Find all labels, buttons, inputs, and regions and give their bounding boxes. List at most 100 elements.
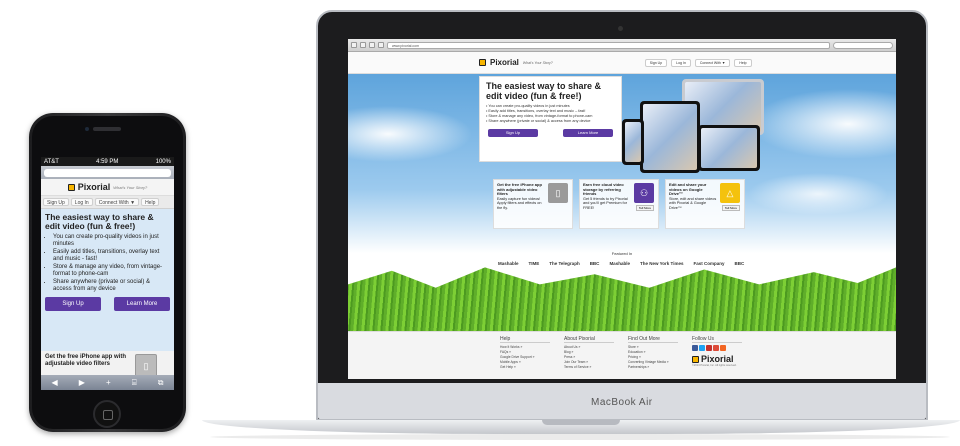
iphone-mockup: AT&T 4:59 PM 100% Pixorial What's Your S… bbox=[29, 113, 186, 432]
feature-text: Store, edit and share videos with Pixori… bbox=[669, 196, 717, 210]
signup-button[interactable]: Sign Up bbox=[488, 129, 538, 137]
copyright-text: ©2013 Pixorial, Inc. All rights reserved… bbox=[692, 364, 737, 367]
feature-title: Get the free iPhone app with adjustable … bbox=[497, 182, 542, 196]
connect-dropdown[interactable]: Connect With ▼ bbox=[694, 58, 731, 67]
laptop-screen: www.pixorial.com Pixorial What's Your St… bbox=[348, 39, 896, 379]
back-button[interactable] bbox=[351, 42, 357, 48]
tabs-icon[interactable]: ⧉ bbox=[158, 378, 164, 388]
mobile-status-bar: AT&T 4:59 PM 100% bbox=[41, 157, 174, 166]
mobile-nav: Sign Up Log In Connect With ▼ Help bbox=[41, 196, 174, 209]
featured-in-label: Featured In bbox=[611, 251, 633, 256]
site-logo[interactable]: Pixorial bbox=[490, 58, 519, 67]
site-header: Pixorial What's Your Story? Sign Up Log … bbox=[348, 52, 896, 74]
feature-card-referral[interactable]: Earn free cloud video storage by referri… bbox=[579, 179, 659, 229]
tell-more-button[interactable]: Tell More bbox=[721, 205, 740, 211]
social-icons bbox=[692, 345, 742, 351]
facebook-icon[interactable] bbox=[692, 345, 698, 351]
help-link[interactable]: Help bbox=[734, 58, 752, 67]
mobile-hero: The easiest way to share & edit video (f… bbox=[41, 209, 174, 351]
press-logo: BBC bbox=[734, 261, 745, 266]
press-logo: The New York Times bbox=[639, 261, 684, 266]
feature-card-iphone[interactable]: Get the free iPhone app with adjustable … bbox=[493, 179, 573, 229]
mobile-tagline: What's Your Story? bbox=[113, 184, 148, 190]
tablet-device bbox=[640, 101, 700, 173]
iphone-camera bbox=[85, 127, 89, 131]
footer-heading: Follow Us bbox=[692, 336, 742, 343]
mobile-logo[interactable]: Pixorial bbox=[78, 182, 111, 192]
learn-more-button[interactable]: Learn More bbox=[563, 129, 613, 137]
site-tagline: What's Your Story? bbox=[522, 60, 553, 65]
mobile-login-link[interactable]: Log In bbox=[70, 198, 93, 206]
twitter-icon[interactable] bbox=[699, 345, 705, 351]
mobile-browser-toolbar: ◀ ▶ + ⌸ ⧉ bbox=[41, 375, 174, 390]
bullet-item: Easily add titles, transitions, overlay … bbox=[53, 249, 170, 263]
people-icon: ⚇ bbox=[634, 183, 654, 203]
battery-label: 100% bbox=[155, 158, 171, 165]
back-icon[interactable]: ◀ bbox=[52, 378, 58, 387]
feature-text: Get 5 friends to try Pixorial and you'll… bbox=[583, 196, 628, 210]
mobile-site-header: Pixorial What's Your Story? bbox=[41, 179, 174, 196]
hero-bullets: • You can create pro-quality videos in j… bbox=[486, 104, 615, 124]
footer-heading: Find Out More bbox=[628, 336, 678, 343]
bullet-item: Share anywhere (private or social) & acc… bbox=[53, 279, 170, 293]
press-logo: The Telegraph bbox=[549, 261, 580, 266]
drive-icon: △ bbox=[720, 183, 740, 203]
feature-title: Edit and share your videos on Google Dri… bbox=[669, 182, 707, 196]
press-logo: Mashable bbox=[498, 261, 519, 266]
home-button[interactable] bbox=[93, 400, 121, 428]
rss-icon[interactable] bbox=[720, 345, 726, 351]
press-logo: Mashable bbox=[609, 261, 630, 266]
laptop-notch bbox=[542, 420, 620, 425]
browser-chrome: www.pixorial.com bbox=[348, 39, 896, 52]
footer-link[interactable]: Partnerships » bbox=[628, 365, 678, 370]
forward-icon[interactable]: ▶ bbox=[79, 378, 85, 387]
laptop-brand-label: MacBook Air bbox=[591, 397, 653, 408]
feature-card-drive[interactable]: Edit and share your videos on Google Dri… bbox=[665, 179, 745, 229]
laptop-camera bbox=[618, 26, 623, 31]
phone-icon: ▯ bbox=[548, 183, 568, 203]
footer-link[interactable]: Get Help » bbox=[500, 365, 550, 370]
bookmarks-icon[interactable]: ⌸ bbox=[132, 378, 137, 388]
tell-more-button[interactable]: Tell More bbox=[635, 205, 654, 211]
footer-follow-column: Follow Us Pixorial ©2013 Pixorial, Inc. … bbox=[692, 336, 742, 379]
add-icon[interactable]: + bbox=[106, 378, 111, 387]
footer-link[interactable]: Terms of Service » bbox=[564, 365, 614, 370]
mobile-help-link[interactable]: Help bbox=[141, 198, 160, 206]
iphone-screen: AT&T 4:59 PM 100% Pixorial What's Your S… bbox=[41, 157, 174, 390]
home-icon[interactable] bbox=[378, 42, 384, 48]
feature-text: Easily capture fun videos! Apply filters… bbox=[497, 196, 542, 210]
press-logo: Fast Company bbox=[693, 261, 725, 266]
site-footer: Help How It Works » FAQs » Google Drive … bbox=[348, 331, 896, 379]
pixorial-logo-icon bbox=[479, 59, 486, 66]
pixorial-logo-icon bbox=[67, 183, 75, 191]
footer-logo[interactable]: Pixorial bbox=[701, 354, 734, 364]
bullet-item: Store & manage any video, from vintage-f… bbox=[53, 264, 170, 278]
browser-search-input[interactable] bbox=[833, 41, 893, 49]
bullet-item: • Share anywhere (private or social) & a… bbox=[486, 119, 591, 123]
laptop-device bbox=[698, 125, 760, 171]
mobile-address-field[interactable] bbox=[44, 168, 171, 177]
footer-about-column: About Pixorial About Us » Blog » Press »… bbox=[564, 336, 614, 379]
mobile-hero-title: The easiest way to share & edit video (f… bbox=[45, 212, 154, 231]
mobile-signup-button[interactable]: Sign Up bbox=[45, 297, 101, 311]
feature-title: Earn free cloud video storage by referri… bbox=[583, 182, 624, 196]
googleplus-icon[interactable] bbox=[713, 345, 719, 351]
login-link[interactable]: Log In bbox=[671, 58, 691, 67]
footer-heading: Help bbox=[500, 336, 550, 343]
signup-link[interactable]: Sign Up bbox=[644, 58, 668, 67]
reload-button[interactable] bbox=[369, 42, 375, 48]
address-bar[interactable]: www.pixorial.com bbox=[387, 41, 830, 49]
laptop-base bbox=[202, 420, 960, 434]
mobile-connect-dropdown[interactable]: Connect With ▼ bbox=[94, 198, 140, 206]
pixorial-logo-icon bbox=[692, 355, 699, 363]
site-nav: Sign Up Log In Connect With ▼ Help bbox=[644, 58, 752, 67]
footer-help-column: Help How It Works » FAQs » Google Drive … bbox=[500, 336, 550, 379]
mobile-signup-link[interactable]: Sign Up bbox=[43, 198, 69, 206]
hero-card: The easiest way to share & edit video (f… bbox=[479, 76, 622, 162]
mobile-learn-more-button[interactable]: Learn More bbox=[114, 297, 170, 311]
mobile-url-bar[interactable] bbox=[41, 166, 174, 179]
feature-row: Get the free iPhone app with adjustable … bbox=[493, 179, 745, 229]
forward-button[interactable] bbox=[360, 42, 366, 48]
youtube-icon[interactable] bbox=[706, 345, 712, 351]
press-logo: BBC bbox=[589, 261, 600, 266]
